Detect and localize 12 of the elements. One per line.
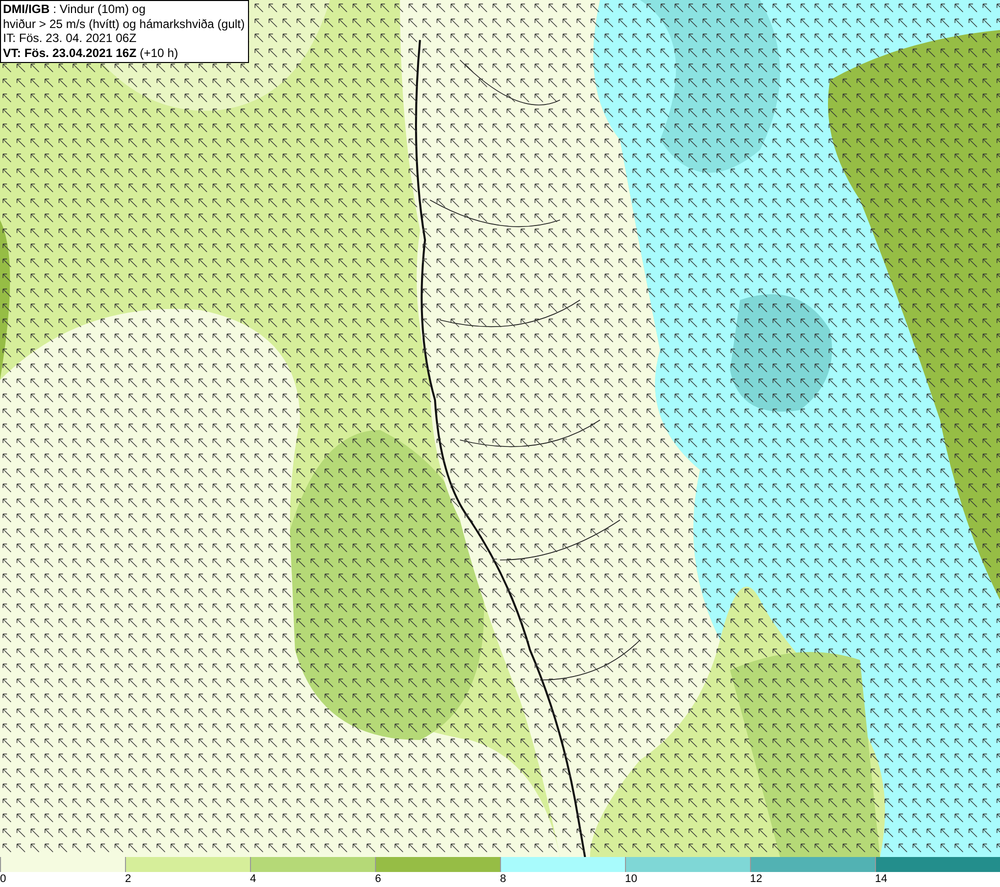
map-caption: VT: Fös. 23.04.2021 16Z (+10 h)	[3, 46, 180, 60]
map-title: DMI/IGB : Vindur (10m) og	[3, 2, 146, 16]
legend-label: 0	[0, 872, 6, 887]
legend-label: 4	[250, 872, 256, 887]
legend-label: 8	[500, 872, 506, 887]
legend-label: 14	[875, 872, 888, 887]
legend-label: 12	[750, 872, 762, 887]
legend-label: 2	[125, 872, 132, 887]
legend-label: 10	[625, 872, 638, 887]
map-caption: hviður > 25 m/s (hvítt) og hámarkshviða (gult)	[3, 16, 245, 31]
legend-label: 6	[375, 872, 382, 887]
map-caption: IT: Fös. 23. 04. 2021 06Z	[3, 31, 138, 46]
